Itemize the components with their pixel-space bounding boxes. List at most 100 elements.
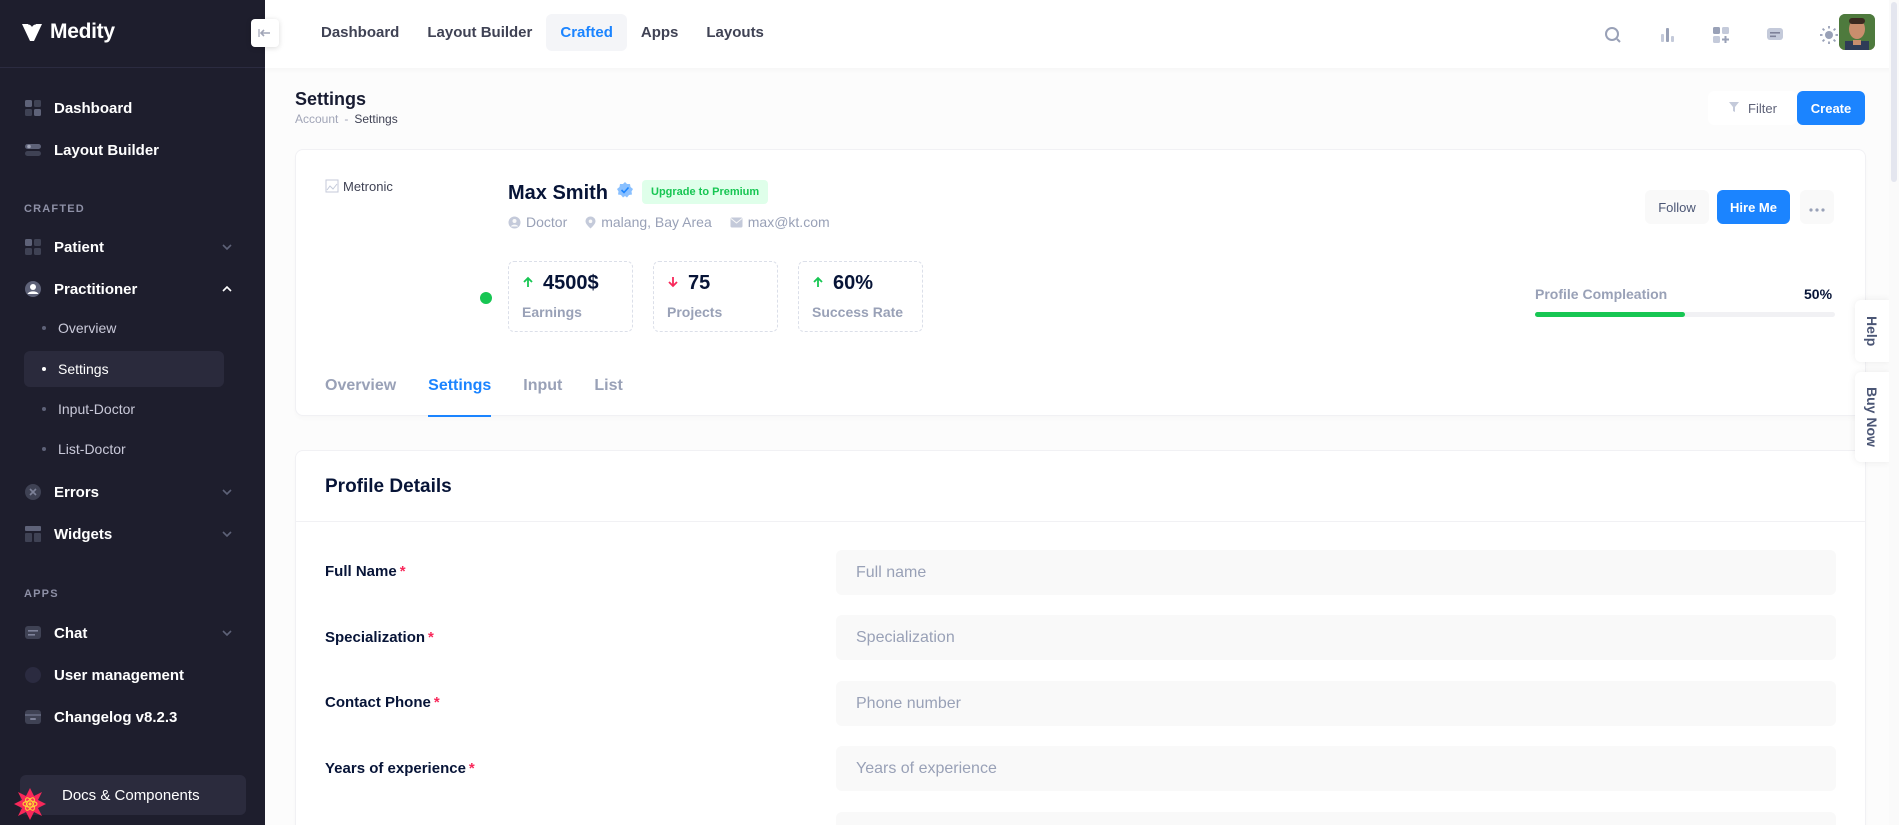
required-asterisk: * [433,694,440,711]
brand-logo[interactable]: Medity [20,20,115,44]
sidebar-item-dashboard[interactable]: Dashboard [24,94,234,122]
breadcrumb-separator: - [344,112,349,126]
nav-dashboard[interactable]: Dashboard [307,14,413,51]
stat-success-rate: 60% Success Rate [798,261,923,332]
chevron-down-icon [220,485,234,499]
profile-details-title: Profile Details [325,476,452,497]
sidebar-item-layout-builder[interactable]: Layout Builder [24,136,234,164]
profile-email[interactable]: max@kt.com [730,214,830,230]
more-options-button[interactable] [1800,190,1834,224]
sidebar-item-errors[interactable]: Errors [24,478,234,506]
profile-name[interactable]: Max Smith [508,182,608,205]
nav-crafted[interactable]: Crafted [546,14,627,51]
changelog-icon [24,708,42,726]
profile-location[interactable]: malang, Bay Area [585,214,712,230]
profile-meta: Doctor malang, Bay Area max@kt.com [508,214,830,230]
dashboard-icon [24,99,42,117]
profile-card: Metronic Max Smith Upgrade to Premium Do… [295,149,1866,417]
phone-number-input[interactable] [836,681,1836,726]
nav-layouts[interactable]: Layouts [692,14,778,51]
filter-button[interactable]: Filter [1708,91,1797,125]
field-label-text: Contact Phone [325,694,431,711]
tab-input[interactable]: Input [523,377,562,417]
nav-layout-builder[interactable]: Layout Builder [413,14,546,51]
sidebar-item-practitioner[interactable]: Practitioner [24,275,234,303]
sidebar: Medity Dashboard Layout Builder CRAFTED … [0,0,265,825]
sidebar-subitem-settings[interactable]: Settings [24,351,224,387]
profile-image-alt: Metronic [343,179,393,194]
bullet-icon [42,367,46,371]
vertical-scrollbar[interactable] [1889,0,1899,825]
sidebar-item-label: Chat [54,624,88,642]
verified-icon [616,181,634,205]
upgrade-premium-badge[interactable]: Upgrade to Premium [642,180,769,204]
sidebar-collapse-button[interactable] [251,19,279,47]
broken-image-icon [325,179,339,196]
chevron-down-icon [220,626,234,640]
tab-overview[interactable]: Overview [325,377,396,417]
years-experience-input[interactable] [836,746,1836,791]
practitioner-icon [24,280,42,298]
profile-completion-value: 50% [1804,286,1833,302]
sidebar-item-changelog[interactable]: Changelog v8.2.3 [24,703,234,731]
required-asterisk: * [468,760,475,777]
sidebar-item-chat[interactable]: Chat [24,619,234,647]
chevron-down-icon [220,240,234,254]
stat-value: 60% [833,272,874,294]
top-nav: Dashboard Layout Builder Crafted Apps La… [307,14,778,51]
sidebar-item-widgets[interactable]: Widgets [24,520,234,548]
specialization-input[interactable] [836,615,1836,660]
buy-now-side-tab-label: Buy Now [1864,387,1880,447]
profile-completion-track [1535,312,1835,317]
profile-completion-fill [1535,312,1685,317]
sidebar-subitem-list-doctor[interactable]: List-Doctor [24,431,224,467]
stat-earnings: 4500$ Earnings [508,261,633,332]
sidebar-item-user-management[interactable]: User management [24,661,234,689]
user-avatar[interactable] [1839,14,1875,50]
sidebar-item-patient[interactable]: Patient [24,233,234,261]
search-icon[interactable] [1597,19,1629,51]
profile-tabs: Overview Settings Input List [325,377,623,417]
profile-email-text: max@kt.com [747,214,830,230]
sidebar-subitem-label: Settings [58,361,109,377]
arrow-down-icon [666,272,680,295]
hire-me-button[interactable]: Hire Me [1717,190,1790,224]
filter-button-label: Filter [1748,100,1777,116]
create-button[interactable]: Create [1797,91,1865,125]
sidebar-item-label: Errors [54,483,100,501]
sidebar-subitem-overview[interactable]: Overview [24,310,224,346]
user-circle-icon [508,216,521,229]
docs-components-button[interactable]: Docs & Components [20,775,246,815]
chat-bubble-icon[interactable] [1759,19,1791,51]
stat-label: Success Rate [812,304,904,320]
full-name-input[interactable] [836,550,1836,595]
patient-icon [24,238,42,256]
nav-apps[interactable]: Apps [627,14,693,51]
follow-button[interactable]: Follow [1645,190,1709,224]
stat-value: 75 [688,272,711,294]
required-asterisk: * [399,563,406,580]
sidebar-subitem-label: List-Doctor [58,441,126,457]
tab-list[interactable]: List [594,377,622,417]
contact-phone-label: Contact Phone * [325,694,440,711]
tab-settings[interactable]: Settings [428,377,492,417]
sidebar-section-crafted: CRAFTED [24,203,85,215]
scrollbar-thumb[interactable] [1891,2,1897,182]
breadcrumb-item-account[interactable]: Account [295,112,338,126]
help-side-tab[interactable]: Help [1855,300,1889,362]
envelope-icon [730,217,743,228]
sidebar-subitem-input-doctor[interactable]: Input-Doctor [24,391,224,427]
sidebar-subitem-label: Overview [58,320,117,336]
stat-value-row: 4500$ [521,272,599,295]
specialization-label: Specialization * [325,629,434,646]
stat-value-row: 75 [666,272,710,295]
breadcrumb-item-current: Settings [354,112,398,126]
sidebar-item-label: Patient [54,238,105,256]
buy-now-side-tab[interactable]: Buy Now [1855,372,1889,462]
chart-icon[interactable] [1651,19,1683,51]
profile-role[interactable]: Doctor [508,214,567,230]
layout-icon [24,141,42,159]
next-field-input[interactable] [836,812,1836,825]
widgets-icon [24,525,42,543]
apps-grid-icon[interactable] [1705,19,1737,51]
